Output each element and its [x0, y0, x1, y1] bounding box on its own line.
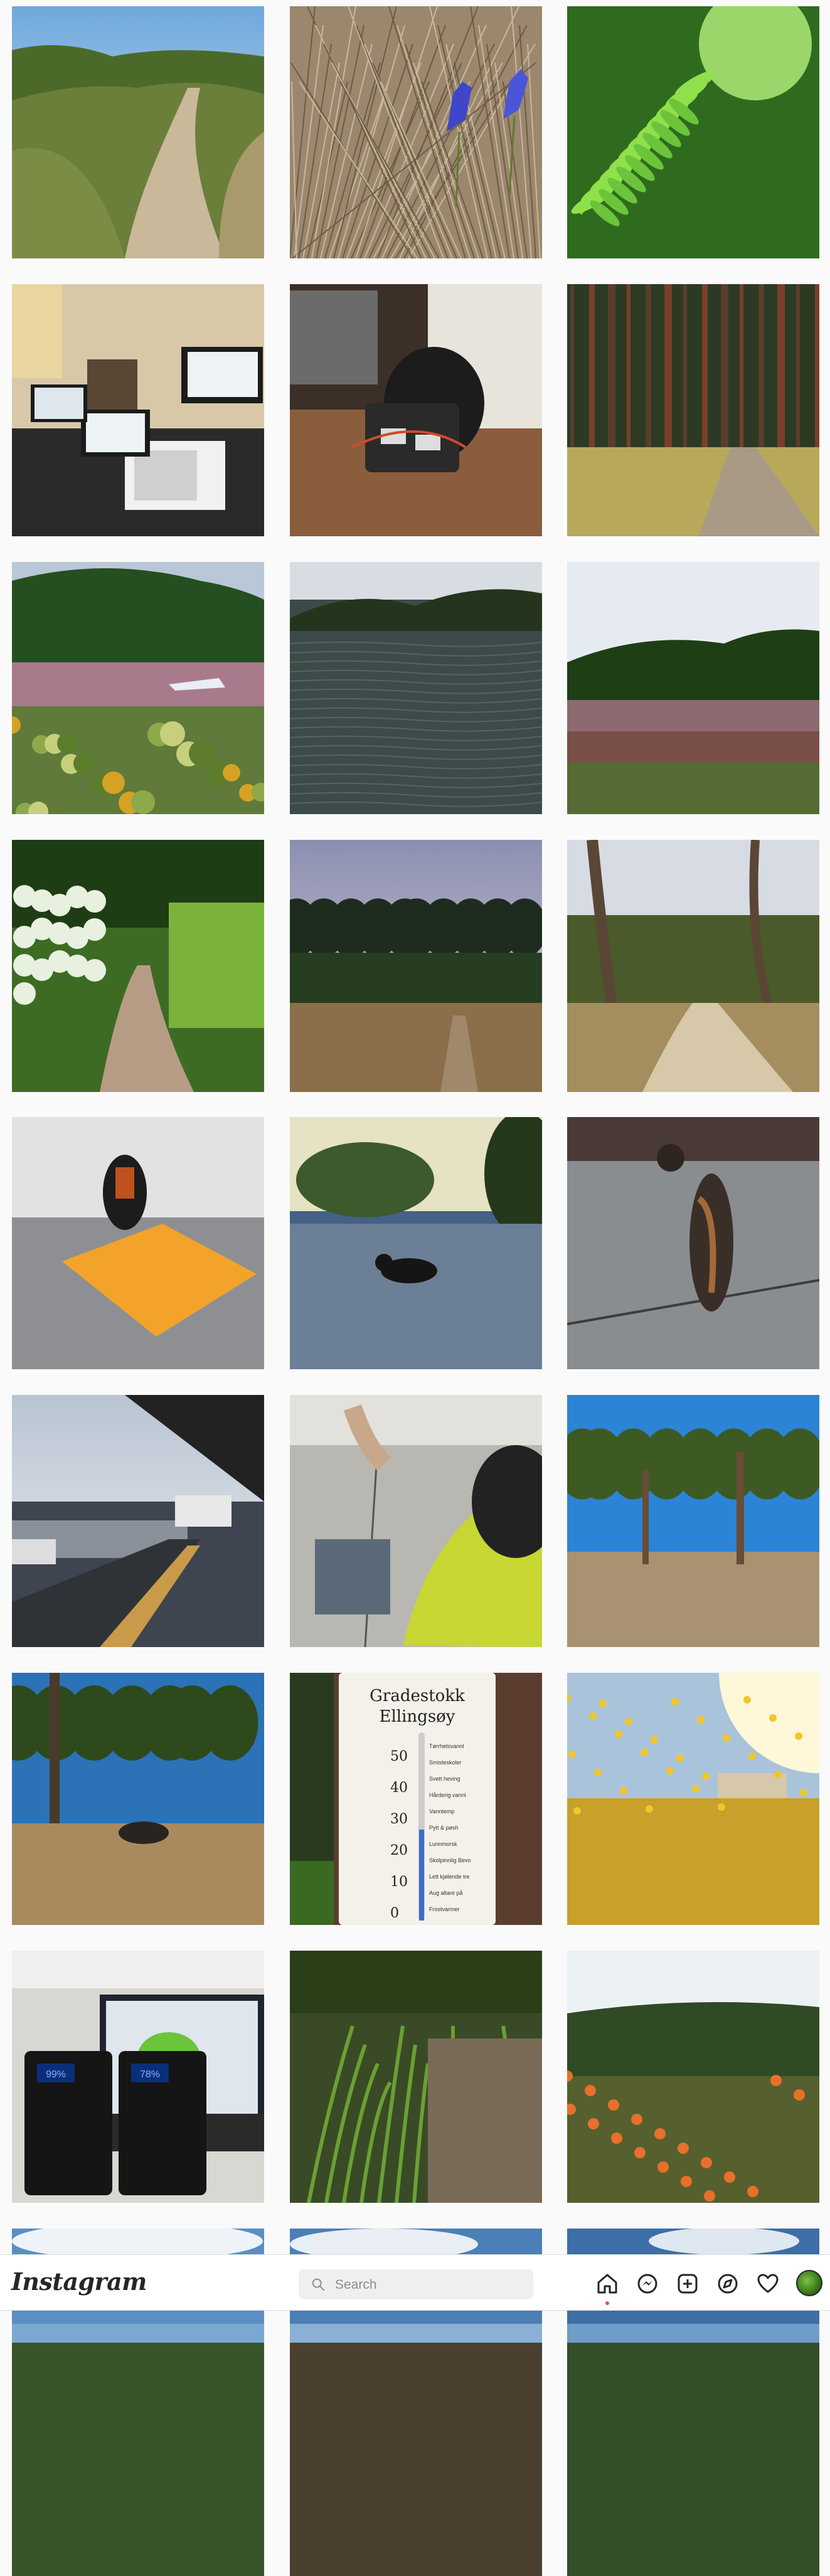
post-thumbnail-gradestokk-thermometer[interactable]: Gradestokk Ellingsøy 50 40 30 20 10 0 Tørrhets… — [290, 1673, 542, 1925]
post-thumbnail-partial-row-bottom-2[interactable] — [290, 2324, 542, 2576]
photo-image — [567, 1117, 819, 1369]
post-thumbnail-green-fern-leaves[interactable] — [567, 6, 819, 258]
thermometer-legend-text: Vanntemp — [429, 1808, 454, 1815]
notification-dot — [605, 2301, 609, 2305]
svg-text:Gradestokk: Gradestokk — [370, 1687, 465, 1705]
thermometer-legend-text: Lunnmorsk — [429, 1841, 457, 1847]
thermometer-legend-text: Tørrhetsvannl — [429, 1743, 464, 1749]
post-thumbnail-blue-wildflowers-dry-grass[interactable] — [290, 6, 542, 258]
post-thumbnail-partial-row-bottom-3[interactable] — [567, 2324, 819, 2576]
post-thumbnail-green-hills-meadow[interactable] — [567, 562, 819, 814]
thermometer-tick-label: 30 — [390, 1811, 408, 1827]
photo-image — [567, 1673, 819, 1925]
photo-image — [290, 840, 542, 1092]
thermometer-legend-text: Frostvarmer — [429, 1906, 460, 1912]
search-placeholder: Search — [335, 2277, 377, 2292]
thermometer-legend-text: Smisteskoler — [429, 1759, 462, 1766]
thermometer-legend-text: Hårderig vannl — [429, 1792, 466, 1798]
svg-text:78%: 78% — [140, 2069, 160, 2080]
photo-image — [12, 1395, 264, 1647]
photo-image — [290, 1395, 542, 1647]
thermometer-tick-label: 0 — [390, 1905, 399, 1921]
photo-image — [567, 1395, 819, 1647]
search-input[interactable]: Search — [299, 2269, 533, 2299]
photo-grid: Gradestokk Ellingsøy 50 40 30 20 10 0 Tørrhets… — [0, 0, 830, 2576]
post-thumbnail-tortoiseshell-cat-stretching[interactable] — [567, 1117, 819, 1369]
messenger-icon[interactable] — [635, 2271, 660, 2296]
photo-image — [290, 2324, 542, 2576]
post-thumbnail-black-cat-on-driveway[interactable] — [290, 1117, 542, 1369]
photo-image — [12, 6, 264, 258]
explore-icon[interactable] — [715, 2271, 740, 2296]
svg-text:99%: 99% — [46, 2069, 66, 2080]
photo-image — [12, 562, 264, 814]
photo-image — [290, 562, 542, 814]
post-thumbnail-yellow-flowers-sunlight[interactable] — [567, 1673, 819, 1925]
photo-image — [567, 2324, 819, 2576]
new-post-icon[interactable] — [675, 2271, 700, 2296]
app-header-bar: Instagram Search — [0, 2254, 830, 2311]
post-thumbnail-lake-water-surface[interactable] — [290, 562, 542, 814]
photo-image — [567, 284, 819, 536]
post-thumbnail-hillside-orange-flowers[interactable] — [567, 1951, 819, 2203]
photo-image — [12, 840, 264, 1092]
search-icon — [312, 2278, 325, 2291]
post-thumbnail-backpack-gear-on-floor[interactable] — [290, 284, 542, 536]
instagram-logo[interactable]: Instagram — [11, 2267, 147, 2296]
home-icon[interactable] — [595, 2271, 620, 2296]
thermometer-tick-label: 40 — [390, 1780, 408, 1796]
photo-image — [567, 1951, 819, 2203]
profile-avatar[interactable] — [796, 2270, 822, 2296]
thermometer-legend-text: Pytt & pøsh — [429, 1825, 459, 1831]
post-thumbnail-dusk-trees-meadow[interactable] — [290, 840, 542, 1092]
photo-image — [290, 1117, 542, 1369]
thermometer-legend-text: Aug altare på — [429, 1890, 463, 1896]
photo-image: Gradestokk Ellingsøy 50 40 30 20 10 0 Tørrhets… — [290, 1673, 542, 1925]
post-thumbnail-dog-running-in-park[interactable] — [12, 1673, 264, 1925]
post-thumbnail-partial-row-bottom-1[interactable] — [12, 2324, 264, 2576]
post-thumbnail-park-with-tall-trees[interactable] — [567, 1395, 819, 1647]
photo-image — [12, 2324, 264, 2576]
photo-image — [567, 6, 819, 258]
photo-image — [567, 840, 819, 1092]
thermometer-tick-label: 50 — [390, 1749, 408, 1764]
thermometer-legend-text: Svett heving — [429, 1776, 460, 1782]
post-thumbnail-eucalyptus-forest-trail[interactable] — [567, 284, 819, 536]
photo-image — [12, 1673, 264, 1925]
post-thumbnail-laptops-and-microwave[interactable] — [12, 284, 264, 536]
post-thumbnail-trail-with-white-flowers[interactable] — [12, 840, 264, 1092]
photo-image: 99% 78% — [12, 1951, 264, 2203]
thermometer-tick-label: 20 — [390, 1843, 408, 1858]
post-thumbnail-train-platform-freeway[interactable] — [12, 1395, 264, 1647]
photo-image — [12, 284, 264, 536]
post-thumbnail-fern-forest-floor[interactable] — [290, 1951, 542, 2203]
svg-text:Ellingsøy: Ellingsøy — [380, 1707, 455, 1726]
post-thumbnail-oak-woodland-path[interactable] — [567, 840, 819, 1092]
photo-image — [290, 6, 542, 258]
post-thumbnail-backpack-with-orange-tarp[interactable] — [12, 1117, 264, 1369]
thermometer-legend-text: Lett kjølende tre — [429, 1874, 470, 1880]
photo-image — [290, 1951, 542, 2203]
post-thumbnail-bart-train-interior[interactable] — [290, 1395, 542, 1647]
post-thumbnail-hills-over-reservoir[interactable] — [12, 562, 264, 814]
post-thumbnail-dirt-road-hills[interactable] — [12, 6, 264, 258]
thermometer-legend-text: Skolpinnlig Bevo — [429, 1857, 471, 1863]
photo-image — [12, 1117, 264, 1369]
post-thumbnail-power-banks-and-laptop[interactable]: 99% 78% — [12, 1951, 264, 2203]
thermometer-tick-label: 10 — [390, 1874, 408, 1890]
activity-heart-icon[interactable] — [755, 2271, 780, 2296]
photo-image — [290, 284, 542, 536]
photo-image — [567, 562, 819, 814]
